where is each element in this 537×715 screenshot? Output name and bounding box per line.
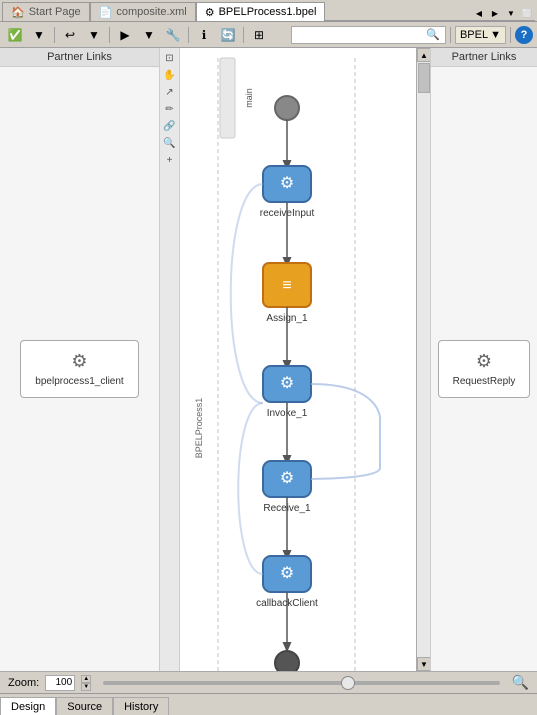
bottom-tabs: Design Source History	[0, 693, 537, 715]
select-tool[interactable]: ↗	[162, 84, 178, 100]
bpel-arrow: ▼	[490, 29, 501, 41]
sep1	[54, 27, 55, 43]
info-button[interactable]: ℹ	[193, 25, 215, 45]
right-partner-box[interactable]: ⚙ RequestReply	[438, 340, 531, 398]
search-input[interactable]	[296, 29, 426, 41]
zoom-in-tool[interactable]: 🔍	[162, 135, 178, 151]
tab-bpel-label: BPELProcess1.bpel	[219, 6, 317, 18]
start-page-icon: 🏠	[11, 6, 25, 19]
left-partner-box[interactable]: ⚙ bpelprocess1_client	[20, 340, 138, 398]
sep4	[243, 27, 244, 43]
help-button[interactable]: ?	[515, 26, 533, 44]
hand-tool[interactable]: ✋	[162, 67, 178, 83]
tab-scroll-right[interactable]: ▶	[487, 7, 503, 21]
main-area: Partner Links ⚙ bpelprocess1_client ⊡ ✋ …	[0, 48, 537, 671]
zoom-tool2[interactable]: +	[162, 152, 178, 168]
bpel-label: BPEL	[460, 29, 488, 41]
vertical-scrollbar[interactable]: ▲ ▼	[416, 48, 430, 671]
tab-bpel-process[interactable]: ⚙ BPELProcess1.bpel	[196, 2, 326, 21]
connect-tool[interactable]: 🔗	[162, 118, 178, 134]
pencil-tool[interactable]: ✏	[162, 101, 178, 117]
scroll-down-btn[interactable]: ▼	[417, 657, 430, 671]
undo-button[interactable]: ↩	[59, 25, 81, 45]
tab-start-page[interactable]: 🏠 Start Page	[2, 2, 90, 21]
collapse-btn[interactable]: ⊡	[162, 50, 178, 66]
sep5	[450, 27, 451, 43]
tab-composite[interactable]: 📄 composite.xml	[90, 2, 196, 21]
sep2	[109, 27, 110, 43]
left-partner-panel: Partner Links ⚙ bpelprocess1_client	[0, 48, 160, 671]
left-panel-title: Partner Links	[0, 48, 159, 67]
restore-btn[interactable]: ⬜	[519, 7, 535, 21]
search-icon: 🔍	[426, 28, 440, 41]
sep3	[188, 27, 189, 43]
refresh-button[interactable]: 🔄	[217, 25, 239, 45]
tab-scroll-left[interactable]: ◀	[471, 7, 487, 21]
zoom-up-btn[interactable]: ▲	[81, 675, 91, 683]
source-tab-label: Source	[67, 701, 102, 713]
zoom-slider[interactable]	[103, 681, 499, 685]
partner-gear-icon: ⚙	[71, 351, 87, 372]
svg-text:BPELProcess1: BPELProcess1	[194, 398, 204, 459]
grid-button[interactable]: ⊞	[248, 25, 270, 45]
main-toolbar: ✅ ▼ ↩ ▼ ▶ ▼ 🔧 ℹ 🔄 ⊞ 🔍 BPEL ▼ ?	[0, 22, 537, 48]
right-panel-title: Partner Links	[431, 48, 537, 67]
right-partner-gear-icon: ⚙	[476, 351, 492, 372]
zoom-spinner: ▲ ▼	[81, 675, 91, 691]
zoom-input[interactable]	[45, 675, 75, 691]
svg-text:⚙: ⚙	[280, 565, 294, 582]
help-label: ?	[521, 29, 528, 41]
flow-svg: main BPELProcess1 ⚙ receiveInput ≡ Assig…	[180, 48, 430, 671]
scroll-track	[417, 62, 430, 657]
undo-arrow[interactable]: ▼	[83, 25, 105, 45]
svg-text:≡: ≡	[282, 277, 291, 294]
run-arrow[interactable]: ▼	[138, 25, 160, 45]
save-button[interactable]: ✅	[4, 25, 26, 45]
composite-icon: 📄	[99, 6, 113, 19]
design-tab-label: Design	[11, 701, 45, 713]
tab-bar: 🏠 Start Page 📄 composite.xml ⚙ BPELProce…	[0, 0, 537, 22]
deploy-button[interactable]: 🔧	[162, 25, 184, 45]
right-partner-area: ⚙ RequestReply	[431, 67, 537, 671]
tab-start-page-label: Start Page	[29, 6, 81, 18]
zoom-slider-thumb[interactable]	[341, 676, 355, 690]
search-box: 🔍	[291, 26, 446, 44]
tab-menu[interactable]: ▼	[503, 7, 519, 21]
svg-text:⚙: ⚙	[280, 470, 294, 487]
run-button[interactable]: ▶	[114, 25, 136, 45]
zoom-down-btn[interactable]: ▼	[81, 683, 91, 691]
dropdown-arrow[interactable]: ▼	[28, 25, 50, 45]
zoom-magnifier-icon[interactable]: 🔍	[512, 674, 529, 691]
tab-source[interactable]: Source	[56, 697, 113, 715]
zoom-label: Zoom:	[8, 677, 39, 689]
bpel-dropdown[interactable]: BPEL ▼	[455, 26, 506, 44]
bpel-icon: ⚙	[205, 6, 215, 19]
tab-composite-label: composite.xml	[116, 6, 186, 18]
right-partner-label: RequestReply	[453, 376, 516, 387]
canvas-toolbar: ⊡ ✋ ↗ ✏ 🔗 🔍 +	[160, 48, 180, 671]
center-canvas: ⊡ ✋ ↗ ✏ 🔗 🔍 + main BPELProcess1	[160, 48, 430, 671]
bottom-toolbar: Zoom: ▲ ▼ 🔍	[0, 671, 537, 693]
tab-history[interactable]: History	[113, 697, 169, 715]
left-partner-area: ⚙ bpelprocess1_client	[0, 67, 159, 671]
svg-text:main: main	[244, 88, 254, 108]
history-tab-label: History	[124, 701, 158, 713]
left-partner-label: bpelprocess1_client	[35, 376, 123, 387]
right-partner-panel: Partner Links ⚙ RequestReply	[430, 48, 537, 671]
svg-text:⚙: ⚙	[280, 375, 294, 392]
sep6	[510, 27, 511, 43]
scroll-thumb[interactable]	[418, 63, 430, 93]
tab-design[interactable]: Design	[0, 697, 56, 715]
scroll-up-btn[interactable]: ▲	[417, 48, 430, 62]
svg-text:⚙: ⚙	[280, 175, 294, 192]
